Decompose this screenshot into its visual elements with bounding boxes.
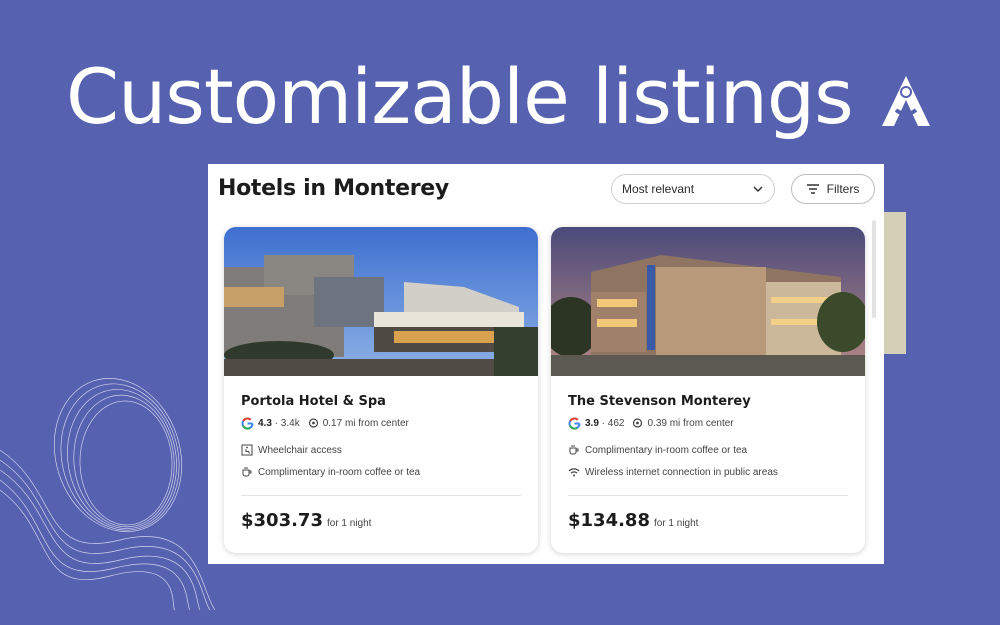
filters-button[interactable]: Filters [791,174,875,204]
hotel-price: $134.88 [568,510,650,531]
hotel-photo [551,227,865,376]
scrollbar[interactable] [872,220,876,318]
amenity-item: Complimentary in-room coffee or tea [568,443,747,457]
hotel-meta: 3.9 · 462 0.39 mi from center [568,416,734,430]
hotel-price: $303.73 [241,510,323,531]
hotel-name[interactable]: The Stevenson Monterey [568,394,751,409]
filter-icon [806,184,819,194]
amenity-item: Wheelchair access [241,443,342,457]
hotel-listing-panel: Hotels in Monterey Most relevant Filters [208,164,884,564]
google-icon [241,417,254,430]
filters-label: Filters [826,182,860,196]
separator-dot: · [598,417,608,429]
price-note: for 1 night [326,518,372,529]
hotel-rating: 3.9 [585,417,599,429]
hotel-distance: 0.39 mi from center [647,417,734,429]
hotel-distance: 0.17 mi from center [322,417,409,429]
sort-dropdown[interactable]: Most relevant [611,174,775,204]
price-row: $134.88 for 1 night [568,510,698,531]
card-divider [241,495,521,496]
amenity-label: Complimentary in-room coffee or tea [585,444,748,456]
card-divider [568,495,848,496]
location-pin-icon [633,417,643,428]
amenity-label: Complimentary in-room coffee or tea [258,466,421,478]
amenity-label: Wireless internet connection in public a… [585,466,778,478]
amenity-item: Wireless internet connection in public a… [568,465,778,479]
wheelchair-icon [241,444,253,456]
amenity-label: Wheelchair access [258,444,342,456]
page-headline: Customizable listings [66,52,854,141]
hotel-review-count: 462 [607,417,625,429]
sort-selected-value: Most relevant [622,182,695,196]
location-pin-icon [308,417,318,428]
listing-title: Hotels in Monterey [218,176,449,201]
a-logo-icon [882,76,930,126]
amenity-item: Complimentary in-room coffee or tea [241,465,420,479]
hotel-photo [224,227,538,376]
google-icon [568,417,581,430]
separator-dot: · [271,417,281,429]
price-row: $303.73 for 1 night [241,510,371,531]
hotel-name[interactable]: Portola Hotel & Spa [241,394,386,409]
wifi-icon [568,468,580,477]
chevron-down-icon [753,186,763,193]
decorative-wave-lines [0,378,215,610]
price-note: for 1 night [653,518,699,529]
coffee-icon [242,467,252,477]
hotel-review-count: 3.4k [280,417,300,429]
hotel-card[interactable]: The Stevenson Monterey 3.9 · 462 0.39 mi… [551,227,865,553]
coffee-icon [569,445,579,455]
hotel-meta: 4.3 · 3.4k 0.17 mi from center [241,416,409,430]
hotel-rating: 4.3 [258,417,272,429]
hotel-card[interactable]: Portola Hotel & Spa 4.3 · 3.4k 0.17 mi f… [224,227,538,553]
